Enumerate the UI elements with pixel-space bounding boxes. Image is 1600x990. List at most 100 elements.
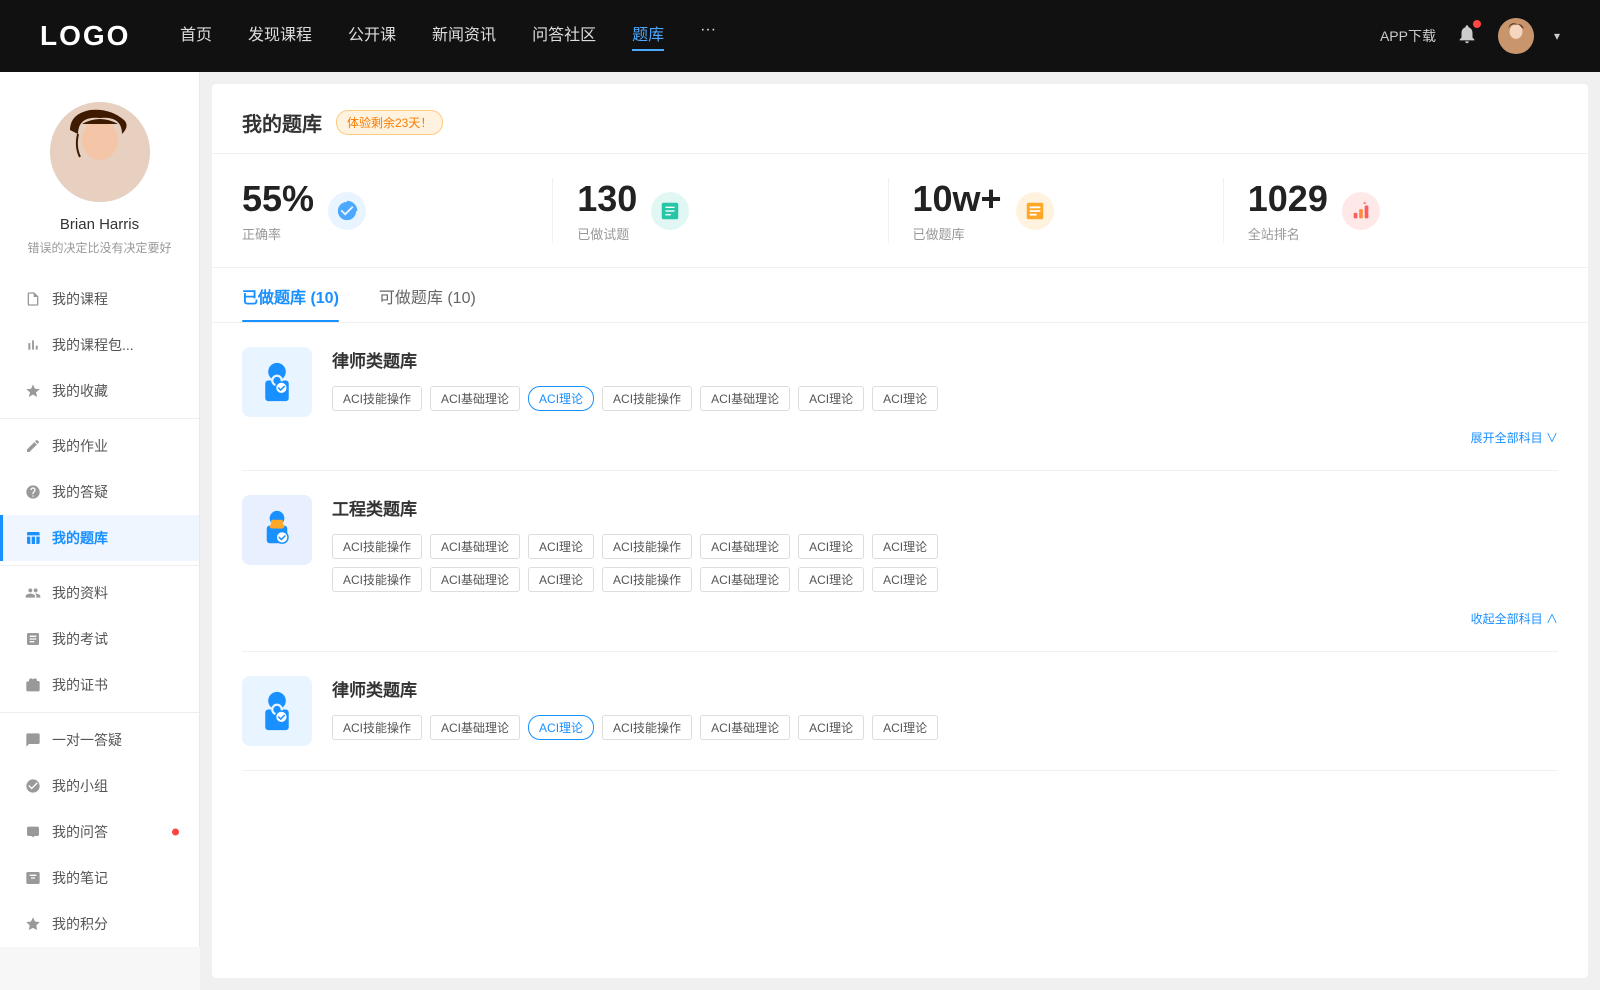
stat-ranking-number: 1029 <box>1248 178 1328 220</box>
table-icon <box>24 529 42 547</box>
sidebar-item-points[interactable]: 我的积分 <box>0 901 199 947</box>
qbank-tag[interactable]: ACI基础理论 <box>700 534 790 559</box>
file-icon <box>24 290 42 308</box>
qbank-tag[interactable]: ACI技能操作 <box>332 534 422 559</box>
sidebar-item-profile[interactable]: 我的资料 <box>0 570 199 616</box>
nav-menu: 首页 发现课程 公开课 新闻资讯 问答社区 题库 ··· <box>180 21 1340 51</box>
tabs-row: 已做题库 (10) 可做题库 (10) <box>212 268 1588 323</box>
qbank-tag[interactable]: ACI理论 <box>872 715 938 740</box>
sidebar-menu: 我的课程 我的课程包... 我的收藏 我的作业 我的答疑 我的题库 <box>0 276 200 947</box>
qbank-tag-active[interactable]: ACI理论 <box>528 715 594 740</box>
sidebar: Brian Harris 错误的决定比没有决定要好 我的课程 我的课程包... … <box>0 72 200 990</box>
sidebar-item-label: 我的积分 <box>52 914 108 934</box>
sidebar-item-group[interactable]: 我的小组 <box>0 763 199 809</box>
stat-ranking-label: 全站排名 <box>1248 224 1328 243</box>
qbank-icon-lawyer <box>242 347 312 417</box>
tab-done-banks[interactable]: 已做题库 (10) <box>242 284 339 322</box>
qbank-tag[interactable]: ACI基础理论 <box>430 534 520 559</box>
sidebar-item-my-courses[interactable]: 我的课程 <box>0 276 199 322</box>
stat-accuracy-number: 55% <box>242 178 314 220</box>
questions-icon <box>651 192 689 230</box>
qbank-tags-row2: ACI技能操作 ACI基础理论 ACI理论 ACI技能操作 ACI基础理论 AC… <box>332 567 1558 592</box>
doc-icon <box>24 630 42 648</box>
sidebar-item-label: 我的课程 <box>52 289 108 309</box>
sidebar-item-exam[interactable]: 我的考试 <box>0 616 199 662</box>
qbank-tag[interactable]: ACI技能操作 <box>602 715 692 740</box>
qbank-tag[interactable]: ACI理论 <box>798 567 864 592</box>
qbank-tag[interactable]: ACI基础理论 <box>430 567 520 592</box>
qbank-tag[interactable]: ACI技能操作 <box>332 715 422 740</box>
sidebar-item-label: 我的题库 <box>52 528 108 548</box>
qbank-tag[interactable]: ACI基础理论 <box>430 715 520 740</box>
qbank-tag[interactable]: ACI理论 <box>872 534 938 559</box>
tab-available-banks[interactable]: 可做题库 (10) <box>379 284 476 322</box>
sidebar-avatar <box>50 102 150 202</box>
qbank-tag[interactable]: ACI理论 <box>798 534 864 559</box>
qbank-tags-row1: ACI技能操作 ACI基础理论 ACI理论 ACI技能操作 ACI基础理论 AC… <box>332 534 1558 559</box>
nav-open-course[interactable]: 公开课 <box>348 21 396 51</box>
qbank-tag[interactable]: ACI基础理论 <box>700 715 790 740</box>
nav-news[interactable]: 新闻资讯 <box>432 21 496 51</box>
stat-accuracy-label: 正确率 <box>242 224 314 243</box>
qbank-tag[interactable]: ACI技能操作 <box>602 534 692 559</box>
sidebar-item-homework[interactable]: 我的作业 <box>0 423 199 469</box>
sidebar-item-question-bank[interactable]: 我的题库 <box>0 515 199 561</box>
sidebar-item-course-package[interactable]: 我的课程包... <box>0 322 199 368</box>
qa-notification-dot <box>172 829 179 836</box>
sidebar-item-label: 我的证书 <box>52 675 108 695</box>
nav-qa[interactable]: 问答社区 <box>532 21 596 51</box>
nav-right-area: APP下载 ▾ <box>1380 18 1560 54</box>
qbank-tag-active[interactable]: ACI理论 <box>528 386 594 411</box>
accuracy-icon <box>328 192 366 230</box>
sidebar-item-my-qa[interactable]: 我的问答 <box>0 809 199 855</box>
collapse-button-container: 收起全部科目 ∧ <box>332 600 1558 627</box>
sidebar-item-label: 我的答疑 <box>52 482 108 502</box>
stat-ranking: 1029 全站排名 <box>1224 178 1558 243</box>
sidebar-profile: Brian Harris 错误的决定比没有决定要好 <box>0 72 200 276</box>
qbank-tag[interactable]: ACI理论 <box>528 534 594 559</box>
avatar-dropdown-icon[interactable]: ▾ <box>1554 29 1560 43</box>
sidebar-item-label: 我的资料 <box>52 583 108 603</box>
nav-question-bank[interactable]: 题库 <box>632 21 664 51</box>
sidebar-item-label: 一对一答疑 <box>52 730 122 750</box>
qbank-tag[interactable]: ACI技能操作 <box>332 567 422 592</box>
stats-row: 55% 正确率 130 已做试题 <box>212 154 1588 268</box>
sidebar-username: Brian Harris <box>60 216 139 233</box>
sidebar-item-label: 我的问答 <box>52 822 108 842</box>
sidebar-item-favorites[interactable]: 我的收藏 <box>0 368 199 414</box>
star-icon <box>24 382 42 400</box>
sidebar-item-questions[interactable]: 我的答疑 <box>0 469 199 515</box>
qbank-tag[interactable]: ACI理论 <box>798 715 864 740</box>
qbank-tag[interactable]: ACI理论 <box>528 567 594 592</box>
sidebar-item-certificate[interactable]: 我的证书 <box>0 662 199 708</box>
user-avatar[interactable] <box>1498 18 1534 54</box>
ranking-icon <box>1342 192 1380 230</box>
qbank-info-engineer: 工程类题库 ACI技能操作 ACI基础理论 ACI理论 ACI技能操作 ACI基… <box>332 495 1558 627</box>
qbank-tag[interactable]: ACI技能操作 <box>602 567 692 592</box>
chat-icon <box>24 731 42 749</box>
stat-banks-label: 已做题库 <box>913 224 1002 243</box>
qbank-tag[interactable]: ACI理论 <box>872 386 938 411</box>
trial-badge: 体验剩余23天！ <box>336 110 443 135</box>
app-download-button[interactable]: APP下载 <box>1380 26 1436 46</box>
qbank-tag[interactable]: ACI基础理论 <box>430 386 520 411</box>
qbank-tag[interactable]: ACI理论 <box>872 567 938 592</box>
qbank-tag[interactable]: ACI基础理论 <box>700 386 790 411</box>
qbank-tag[interactable]: ACI基础理论 <box>700 567 790 592</box>
collapse-button-engineer[interactable]: 收起全部科目 ∧ <box>1471 610 1558 627</box>
notification-bell[interactable] <box>1456 23 1478 50</box>
sidebar-item-notes[interactable]: 我的笔记 <box>0 855 199 901</box>
qbank-info-lawyer-2: 律师类题库 ACI技能操作 ACI基础理论 ACI理论 ACI技能操作 ACI基… <box>332 676 1558 740</box>
qbank-title: 律师类题库 <box>332 347 1558 372</box>
qbank-tag[interactable]: ACI技能操作 <box>602 386 692 411</box>
nav-discover[interactable]: 发现课程 <box>248 21 312 51</box>
nav-home[interactable]: 首页 <box>180 21 212 51</box>
qbank-tag[interactable]: ACI技能操作 <box>332 386 422 411</box>
page-header: 我的题库 体验剩余23天！ <box>212 84 1588 154</box>
stat-questions-label: 已做试题 <box>577 224 637 243</box>
sidebar-item-one-on-one[interactable]: 一对一答疑 <box>0 717 199 763</box>
nav-more[interactable]: ··· <box>700 21 716 51</box>
expand-button-lawyer-1[interactable]: 展开全部科目 ∨ <box>1471 429 1558 446</box>
question-icon <box>24 483 42 501</box>
qbank-tag[interactable]: ACI理论 <box>798 386 864 411</box>
